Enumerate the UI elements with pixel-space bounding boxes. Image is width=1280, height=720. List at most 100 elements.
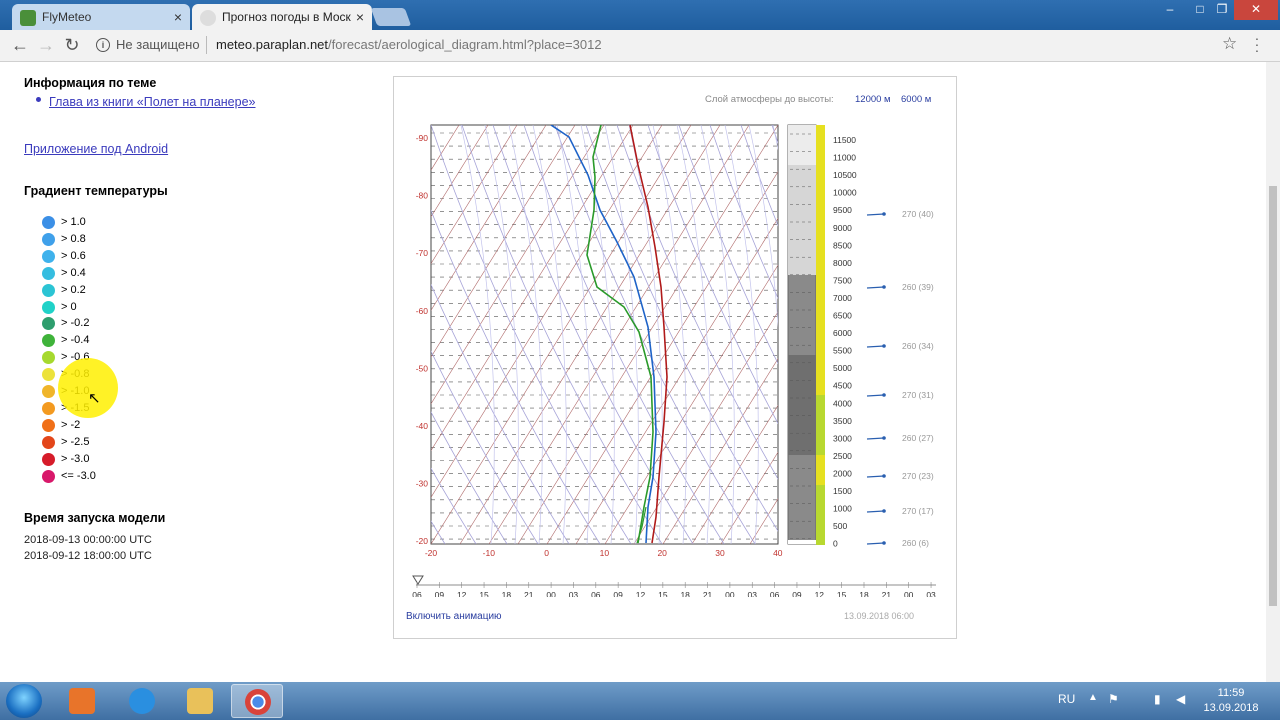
timeline-hour-label: 12 — [636, 590, 646, 597]
tab-title: Прогноз погоды в Моск — [222, 10, 351, 24]
restore-button[interactable]: ❐ — [1208, 0, 1236, 20]
taskbar-media-player[interactable] — [56, 684, 108, 718]
legend-label: > -3.0 — [61, 452, 90, 465]
wind-barb-icon — [866, 542, 885, 545]
y-tick-label: -50 — [416, 363, 429, 373]
y-tick-label: -90 — [416, 133, 429, 143]
wind-barb-head-icon — [882, 541, 886, 545]
scrollbar-thumb[interactable] — [1269, 186, 1277, 606]
network-icon[interactable]: ▮ — [1154, 692, 1161, 706]
x-tick-label: 10 — [600, 548, 610, 558]
wind-label: 270 (31) — [902, 390, 934, 400]
legend-color-swatch — [42, 283, 55, 297]
timeline-hour-label: 21 — [524, 590, 534, 597]
forward-button[interactable]: → — [34, 34, 58, 56]
timeline-hour-label: 18 — [859, 590, 869, 597]
timeline-pointer-icon — [412, 575, 424, 585]
wind-barb-head-icon — [882, 436, 886, 440]
runtime-value: 2018-09-13 00:00:00 UTC — [24, 534, 152, 546]
wind-barb-icon — [866, 475, 885, 478]
legend-color-swatch — [42, 401, 55, 415]
system-clock[interactable]: 11:59 13.09.2018 — [1198, 686, 1264, 716]
wind-barb-icon — [866, 286, 885, 289]
browser-tab-bar: FlyMeteo × Прогноз погоды в Моск × – □ ❐… — [0, 0, 1280, 30]
close-tab-icon[interactable]: × — [356, 4, 364, 30]
glider-book-link[interactable]: Глава из книги «Полет на планере» — [49, 95, 256, 109]
reload-button[interactable]: ↻ — [60, 34, 84, 56]
wind-barb-head-icon — [882, 212, 886, 216]
timeline-hour-label: 03 — [926, 590, 936, 597]
close-window-button[interactable]: ✕ — [1234, 0, 1278, 20]
close-tab-icon[interactable]: × — [174, 4, 182, 30]
volume-icon[interactable]: ◀ — [1176, 692, 1185, 706]
timeline-hour-label: 03 — [569, 590, 579, 597]
altitude-label: 3500 — [833, 416, 852, 426]
legend-color-swatch — [42, 300, 55, 314]
timeline-hour-label: 06 — [591, 590, 601, 597]
isotherm-line — [808, 125, 956, 544]
wind-barb-head-icon — [882, 393, 886, 397]
minimize-button[interactable]: – — [1156, 0, 1184, 20]
altitude-label: 3000 — [833, 433, 852, 443]
x-tick-label: -20 — [425, 548, 438, 558]
legend-color-swatch — [42, 385, 55, 398]
wind-barb-head-icon — [882, 509, 886, 513]
gradient-heading: Градиент температуры — [24, 184, 168, 198]
language-indicator[interactable]: RU — [1058, 692, 1075, 706]
timeline-hour-label: 06 — [770, 590, 780, 597]
bookmark-star-icon[interactable]: ☆ — [1222, 34, 1237, 54]
wind-barb-icon — [866, 394, 885, 397]
timeline-hour-label: 00 — [725, 590, 735, 597]
show-hidden-icons[interactable]: ▲ — [1088, 692, 1098, 703]
new-tab-button[interactable] — [370, 8, 412, 26]
x-tick-label: 30 — [715, 548, 725, 558]
altitude-label: 2500 — [833, 451, 852, 461]
chrome-icon — [245, 689, 271, 715]
menu-icon[interactable]: · · · — [1252, 31, 1262, 57]
legend-label: > 0.6 — [61, 249, 86, 262]
flag-icon[interactable]: ⚑ — [1108, 692, 1119, 706]
mouse-cursor-icon: ↖ — [88, 390, 101, 407]
cloud-favicon-icon — [200, 9, 216, 26]
enable-animation-link[interactable]: Включить анимацию — [406, 611, 502, 622]
legend-color-swatch — [42, 452, 55, 466]
isotherm-line — [924, 125, 956, 544]
back-button[interactable]: ← — [8, 34, 32, 56]
taskbar-explorer[interactable] — [174, 684, 226, 718]
timeline-hour-label: 21 — [882, 590, 892, 597]
tab-forecast[interactable]: Прогноз погоды в Моск × — [192, 4, 372, 30]
isotherm-line — [866, 125, 956, 544]
taskbar-ie[interactable] — [116, 684, 168, 718]
internet-explorer-icon — [129, 688, 155, 714]
altitude-label: 6500 — [833, 311, 852, 321]
info-heading: Информация по теме — [24, 76, 157, 90]
timeline-hour-label: 12 — [815, 590, 825, 597]
taskbar-chrome[interactable] — [231, 684, 283, 718]
android-app-link[interactable]: Приложение под Android — [24, 142, 168, 156]
timeline-hour-label: 09 — [435, 590, 445, 597]
page-content: Информация по теме Глава из книги «Полет… — [0, 62, 1266, 682]
info-icon[interactable]: i — [96, 38, 110, 52]
folder-icon — [187, 688, 213, 714]
x-tick-label: -10 — [483, 548, 496, 558]
address-bar[interactable]: i Не защищено meteo.paraplan.net/forecas… — [88, 33, 1246, 57]
wind-label: 270 (23) — [902, 471, 934, 481]
timeline-hour-label: 15 — [658, 590, 668, 597]
start-button[interactable] — [6, 684, 42, 718]
legend-label: > 0.4 — [61, 266, 86, 279]
y-tick-label: -30 — [416, 479, 429, 489]
cloud-bar-base — [788, 540, 816, 544]
wind-label: 260 (27) — [902, 433, 934, 443]
dry-adiabat-line — [896, 125, 956, 544]
wind-barb-head-icon — [882, 344, 886, 348]
wind-barb-head-icon — [882, 285, 886, 289]
altitude-label: 4000 — [833, 398, 852, 408]
y-tick-label: -80 — [416, 191, 429, 201]
legend-color-swatch — [42, 418, 55, 432]
legend-label: > -2.5 — [61, 435, 90, 448]
altitude-label: 2000 — [833, 468, 852, 478]
altitude-label: 4500 — [833, 381, 852, 391]
tab-flymeteo[interactable]: FlyMeteo × — [12, 4, 190, 30]
page-scrollbar[interactable] — [1266, 62, 1280, 682]
timeline-hour-label: 18 — [502, 590, 512, 597]
